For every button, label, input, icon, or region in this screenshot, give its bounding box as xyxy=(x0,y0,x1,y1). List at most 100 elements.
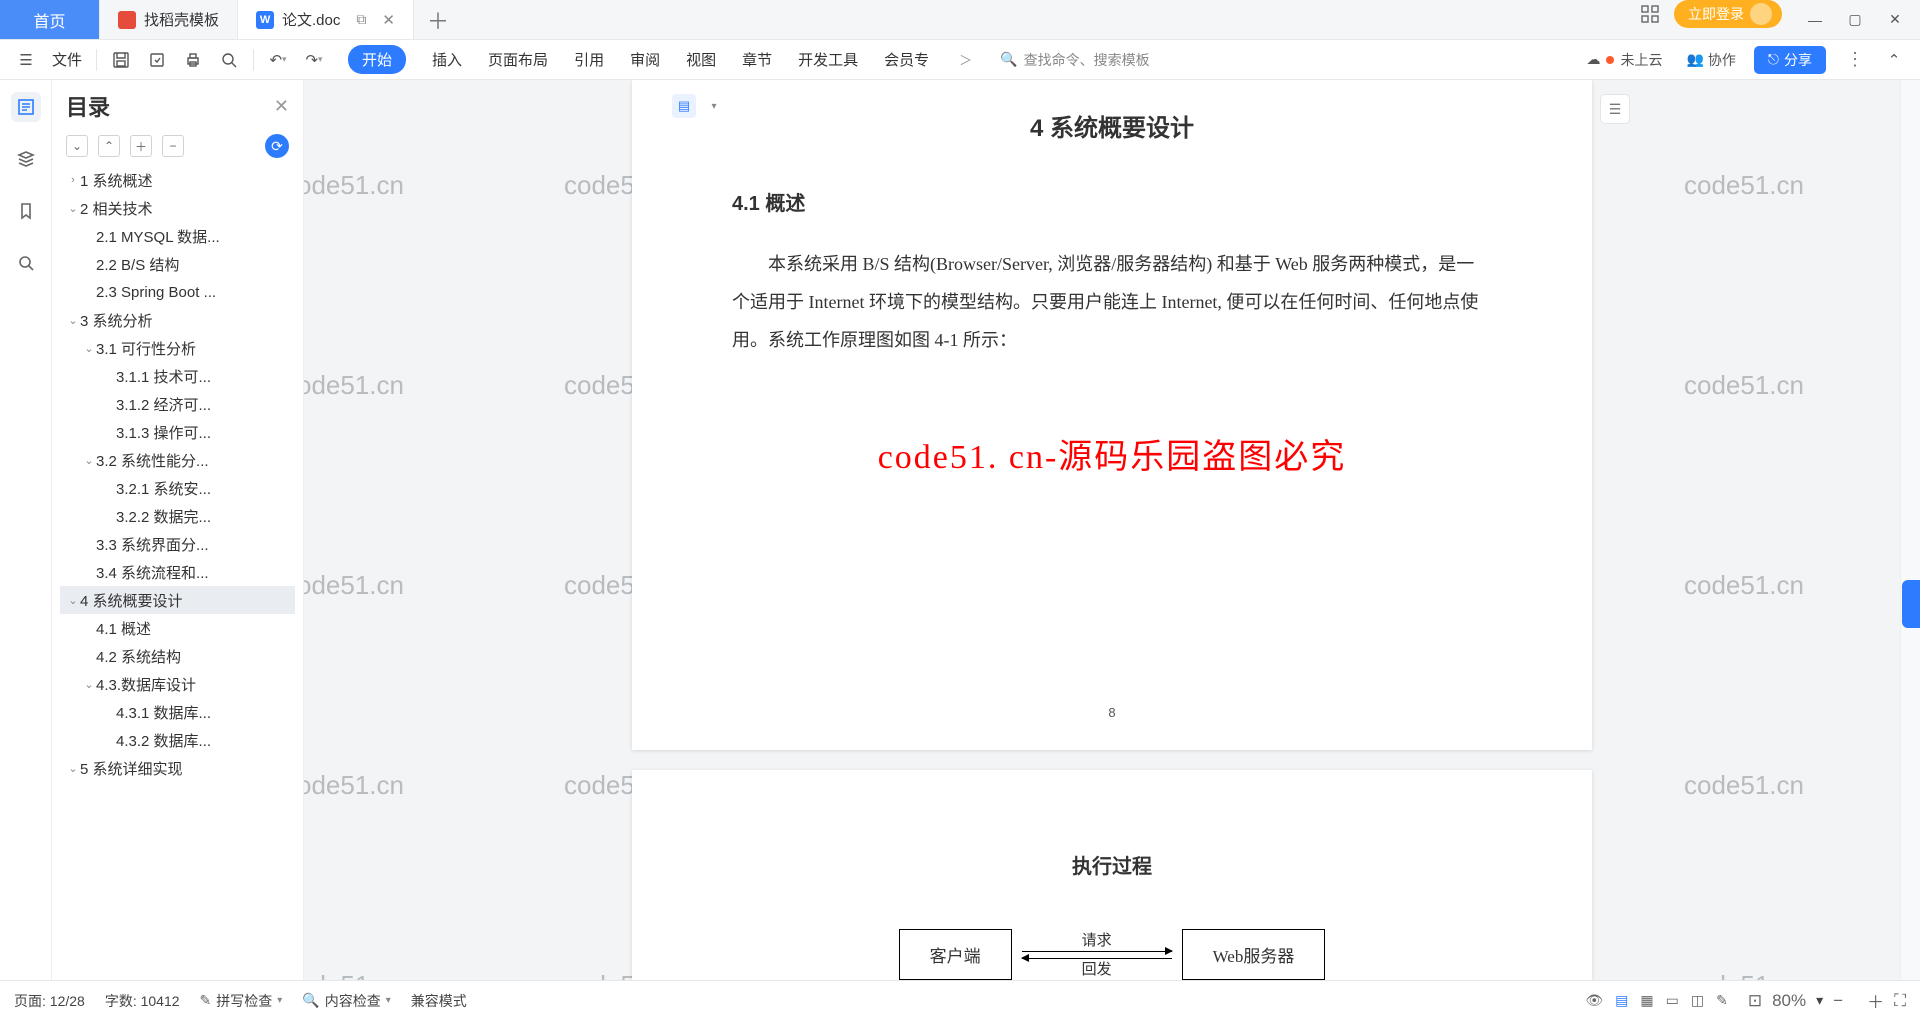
outline-node[interactable]: ⌄3 系统分析 xyxy=(60,306,295,334)
outline-node[interactable]: 3.3 系统界面分... xyxy=(60,530,295,558)
search-rail-icon[interactable] xyxy=(11,248,41,278)
file-menu[interactable]: 文件 xyxy=(46,44,88,76)
content-check-icon: 🔍 xyxy=(302,992,319,1009)
layers-rail-icon[interactable] xyxy=(11,144,41,174)
remove-node-icon[interactable]: − xyxy=(162,135,184,157)
zoom-fit-icon[interactable]: ⊡ xyxy=(1748,991,1762,1011)
ribbon-tab-review[interactable]: 审阅 xyxy=(630,49,660,70)
login-button[interactable]: 立即登录 xyxy=(1674,0,1782,28)
preview-icon[interactable] xyxy=(213,44,245,76)
eye-icon[interactable]: 👁 xyxy=(1585,992,1603,1009)
outline-node[interactable]: 3.2.1 系统安... xyxy=(60,474,295,502)
apps-icon[interactable] xyxy=(1636,0,1664,28)
outline-rail-icon[interactable] xyxy=(11,92,41,122)
web-view-icon[interactable]: ▦ xyxy=(1640,992,1653,1009)
chevron-icon: ⌄ xyxy=(66,314,80,327)
ribbon-tab-start[interactable]: 开始 xyxy=(348,45,406,74)
ribbon-tab-section[interactable]: 章节 xyxy=(742,49,772,70)
zoom-out-button[interactable]: − xyxy=(1833,991,1843,1011)
tab-label: 找稻壳模板 xyxy=(144,9,219,30)
zoom-in-button[interactable]: ＋ xyxy=(1867,988,1884,1013)
zoom-level[interactable]: 80% xyxy=(1772,991,1806,1011)
new-tab-button[interactable]: ＋ xyxy=(414,0,462,39)
save-icon[interactable] xyxy=(105,44,137,76)
side-handle[interactable] xyxy=(1902,580,1920,628)
outline-node[interactable]: 2.2 B/S 结构 xyxy=(60,250,295,278)
status-spellcheck[interactable]: ✎ 拼写检查 ▾ xyxy=(200,991,283,1011)
outline-node[interactable]: ›1 系统概述 xyxy=(60,166,295,194)
outline-node[interactable]: ⌄5 系统详细实现 xyxy=(60,754,295,782)
side-rail xyxy=(0,80,52,980)
close-tab-icon[interactable]: ✕ xyxy=(382,11,395,29)
arrow-label-reply: 回发 xyxy=(1082,962,1112,977)
tools-icon[interactable]: ✎ xyxy=(1716,992,1728,1009)
hamburger-icon[interactable]: ☰ xyxy=(10,44,42,76)
outline-node[interactable]: 4.1 概述 xyxy=(60,614,295,642)
ribbon-tab-member[interactable]: 会员专 xyxy=(884,49,929,70)
outline-node[interactable]: 4.2 系统结构 xyxy=(60,642,295,670)
outline-node[interactable]: ⌄3.2 系统性能分... xyxy=(60,446,295,474)
minimize-button[interactable]: — xyxy=(1796,1,1834,39)
outline-node[interactable]: 4.3.1 数据库... xyxy=(60,698,295,726)
page-tool-icon[interactable]: ▤ xyxy=(672,94,696,118)
collab-button[interactable]: 👥 协作 xyxy=(1686,50,1735,70)
duplicate-icon[interactable]: ⧉ xyxy=(356,11,366,28)
outline-node[interactable]: 3.2.2 数据完... xyxy=(60,502,295,530)
page-view-icon[interactable]: ▤ xyxy=(1615,992,1628,1009)
outline-node[interactable]: 2.3 Spring Boot ... xyxy=(60,278,295,306)
bookmark-rail-icon[interactable] xyxy=(11,196,41,226)
outline-node[interactable]: ⌄2 相关技术 xyxy=(60,194,295,222)
command-search[interactable]: 🔍 查找命令、搜索模板 xyxy=(1000,50,1149,70)
status-content-check[interactable]: 🔍 内容检查 ▾ xyxy=(302,991,390,1011)
tab-template[interactable]: 找稻壳模板 xyxy=(100,0,238,39)
print-icon[interactable] xyxy=(177,44,209,76)
close-window-button[interactable]: ✕ xyxy=(1876,1,1914,39)
maximize-button[interactable]: ▢ xyxy=(1836,1,1874,39)
ribbon-tab-reference[interactable]: 引用 xyxy=(574,49,604,70)
fullscreen-icon[interactable]: ⛶ xyxy=(1894,991,1906,1011)
outline-node[interactable]: 4.3.2 数据库... xyxy=(60,726,295,754)
collapse-all-icon[interactable]: ⌄ xyxy=(66,135,88,157)
ribbon-tab-dev[interactable]: 开发工具 xyxy=(798,49,858,70)
document-viewport[interactable]: code51.cncode51.cncode51.cncode51.cncode… xyxy=(304,80,1920,980)
outline-node[interactable]: 3.1.2 经济可... xyxy=(60,390,295,418)
status-page[interactable]: 页面: 12/28 xyxy=(14,991,85,1011)
doc-paragraph: 本系统采用 B/S 结构(Browser/Server, 浏览器/服务器结构) … xyxy=(732,246,1492,359)
outline-node[interactable]: ⌄4.3.数据库设计 xyxy=(60,670,295,698)
tab-home[interactable]: 首页 xyxy=(0,0,100,39)
ribbon-tab-view[interactable]: 视图 xyxy=(686,49,716,70)
doc-heading: 4 系统概要设计 xyxy=(732,108,1492,143)
outline-node[interactable]: 3.1.3 操作可... xyxy=(60,418,295,446)
page-menu-icon[interactable]: ☰ xyxy=(1600,94,1630,124)
right-scrollbar[interactable] xyxy=(1900,80,1920,980)
read-view-icon[interactable]: ▭ xyxy=(1666,992,1679,1009)
redo-icon[interactable]: ↷▾ xyxy=(298,44,330,76)
tab-document[interactable]: W 论文.doc ⧉ ✕ xyxy=(238,0,414,39)
expand-all-icon[interactable]: ⌃ xyxy=(98,135,120,157)
status-compat[interactable]: 兼容模式 xyxy=(411,991,467,1011)
ribbon-tab-insert[interactable]: 插入 xyxy=(432,49,462,70)
status-words[interactable]: 字数: 10412 xyxy=(105,991,180,1011)
ribbon-more-icon[interactable]: ＞ xyxy=(959,50,972,69)
add-node-icon[interactable]: ＋ xyxy=(130,135,152,157)
outline-node[interactable]: 3.4 系统流程和... xyxy=(60,558,295,586)
outline-node-label: 5 系统详细实现 xyxy=(80,758,183,779)
expand-icon[interactable]: ⌃ xyxy=(1878,44,1910,76)
watermark-text: code51.cn xyxy=(1684,370,1804,401)
more-menu-icon[interactable]: ⋮ xyxy=(1846,49,1864,70)
undo-icon[interactable]: ↶▾ xyxy=(262,44,294,76)
outline-view-icon[interactable]: ◫ xyxy=(1691,992,1704,1009)
page-tool-dd-icon[interactable]: ▾ xyxy=(702,94,726,118)
cloud-status[interactable]: ☁ 未上云 xyxy=(1586,50,1662,70)
share-button[interactable]: ⎋ 分享 xyxy=(1754,46,1826,74)
outline-node[interactable]: ⌄3.1 可行性分析 xyxy=(60,334,295,362)
chevron-icon: ⌄ xyxy=(82,678,96,691)
outline-node[interactable]: ⌄4 系统概要设计 xyxy=(60,586,295,614)
outline-tree[interactable]: ›1 系统概述⌄2 相关技术2.1 MYSQL 数据...2.2 B/S 结构2… xyxy=(60,166,295,980)
outline-node[interactable]: 3.1.1 技术可... xyxy=(60,362,295,390)
close-outline-icon[interactable]: ✕ xyxy=(274,96,289,117)
outline-node[interactable]: 2.1 MYSQL 数据... xyxy=(60,222,295,250)
export-icon[interactable] xyxy=(141,44,173,76)
ribbon-tab-layout[interactable]: 页面布局 xyxy=(488,49,548,70)
refresh-outline-icon[interactable]: ⟳ xyxy=(265,134,289,158)
